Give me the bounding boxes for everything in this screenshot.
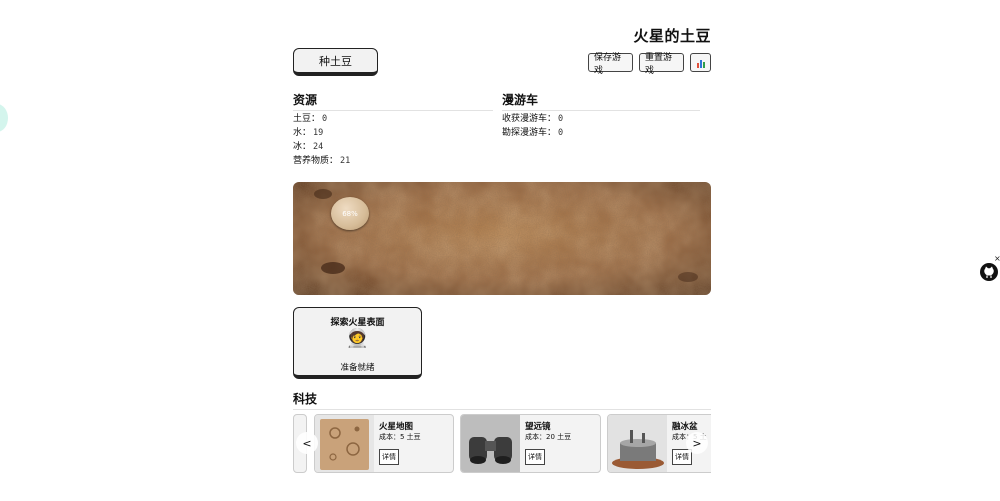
reset-game-button[interactable]: 重置游戏 <box>639 53 684 76</box>
resource-label: 水： <box>293 128 312 138</box>
resource-value: 19 <box>313 128 324 138</box>
tech-cost: 成本：5 土豆 <box>379 433 421 441</box>
rover-explore: 勘探漫游车： 0 <box>502 126 563 140</box>
explore-surface-button[interactable]: 探索火星表面 🧑‍🚀 准备就绪 <box>293 307 422 379</box>
tech-carousel: 火星地图 成本：5 土豆 详情 望远镜 成本：20 土豆 详情 融冰盆 成本：5… <box>293 414 711 474</box>
tech-card-mars-map: 火星地图 成本：5 土豆 详情 <box>314 414 454 473</box>
tech-card-telescope: 望远镜 成本：20 土豆 详情 <box>460 414 601 473</box>
tech-name: 望远镜 <box>525 422 551 432</box>
rover-label: 勘探漫游车： <box>502 128 557 138</box>
resource-potato: 土豆： 0 <box>293 112 327 126</box>
widget-close-icon[interactable]: × <box>994 254 1000 263</box>
growing-potato[interactable]: 68% <box>331 197 369 230</box>
stats-button[interactable] <box>690 53 711 72</box>
resource-value: 0 <box>322 114 328 124</box>
side-decoration <box>0 104 8 132</box>
tech-name: 火星地图 <box>379 422 414 432</box>
resources-heading: 资源 <box>293 91 493 111</box>
bar-chart-icon <box>696 59 705 68</box>
resource-value: 21 <box>340 156 351 166</box>
resource-nutrients: 营养物质： 21 <box>293 154 350 168</box>
ice-melter-thumbnail <box>608 415 667 472</box>
rover-harvest: 收获漫游车： 0 <box>502 112 563 126</box>
explore-title: 探索火星表面 <box>330 318 385 328</box>
resource-label: 冰： <box>293 142 312 152</box>
resource-water: 水： 19 <box>293 126 323 140</box>
tech-detail-button[interactable]: 详情 <box>379 449 399 465</box>
resource-value: 24 <box>313 142 324 152</box>
tech-heading: 科技 <box>293 390 711 410</box>
rover-value: 0 <box>558 114 564 124</box>
rover-label: 收获漫游车： <box>502 114 557 124</box>
plant-potato-button[interactable]: 种土豆 <box>293 48 378 76</box>
resource-ice: 冰： 24 <box>293 140 323 154</box>
page-title: 火星的土豆 <box>633 27 711 45</box>
binoculars-thumbnail <box>461 415 520 472</box>
github-cat-glyph <box>984 266 994 278</box>
explore-status: 准备就绪 <box>340 363 375 373</box>
resource-label: 土豆： <box>293 114 321 124</box>
carousel-prev-button[interactable]: < <box>296 432 318 454</box>
tech-name: 融冰盆 <box>672 422 698 432</box>
rover-value: 0 <box>558 128 564 138</box>
save-game-button[interactable]: 保存游戏 <box>588 53 633 76</box>
mars-map-thumbnail <box>315 415 374 472</box>
tech-cost: 成本：20 土豆 <box>525 433 572 441</box>
tech-detail-button[interactable]: 详情 <box>525 449 545 465</box>
rovers-heading: 漫游车 <box>502 91 700 111</box>
github-cat-icon[interactable] <box>980 263 998 281</box>
resource-label: 营养物质： <box>293 156 339 166</box>
carousel-next-button[interactable]: > <box>686 432 708 454</box>
astronaut-icon: 🧑‍🚀 <box>346 328 369 349</box>
